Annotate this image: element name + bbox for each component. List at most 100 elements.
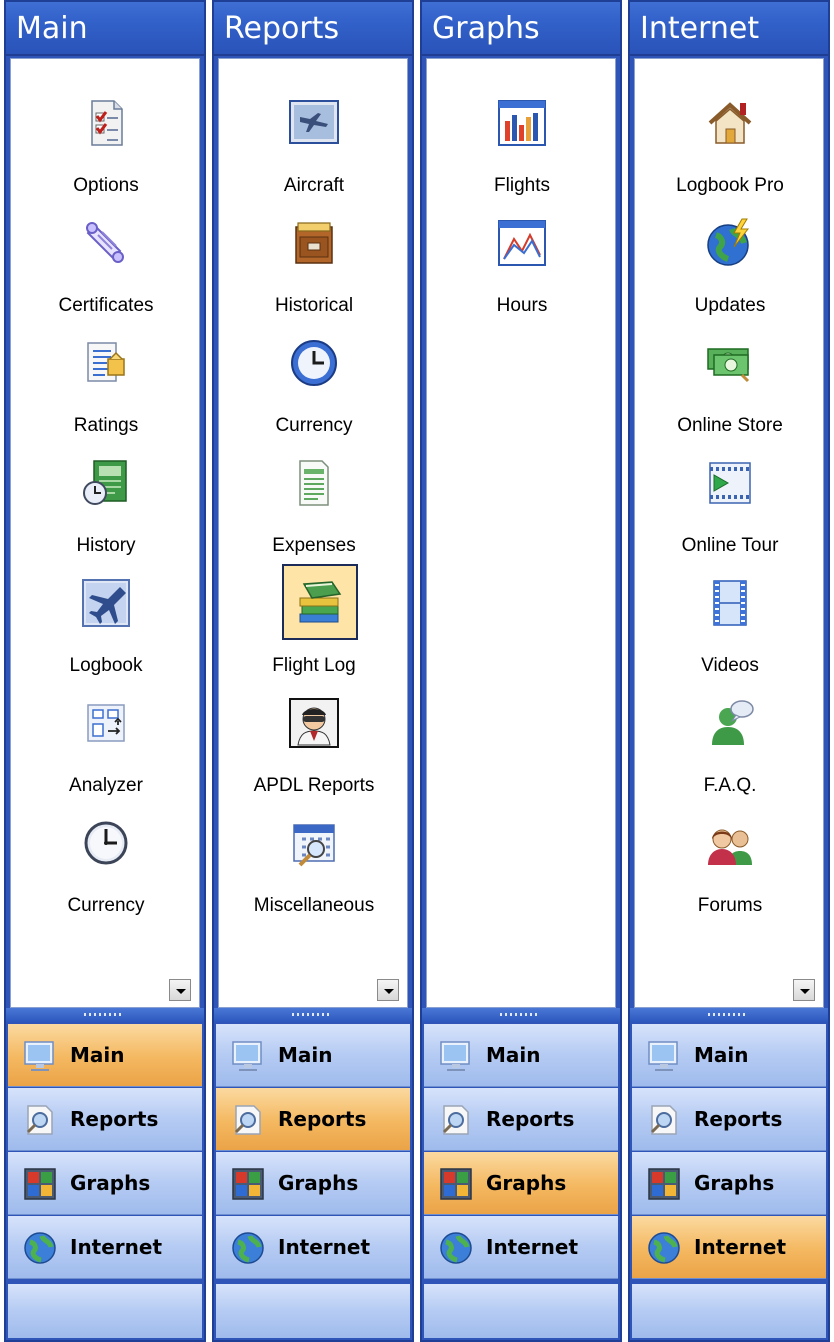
report-magnifier-icon (438, 1102, 474, 1138)
globe-icon (230, 1230, 266, 1266)
splitter-grip[interactable] (6, 1008, 204, 1022)
item-label: Online Store (677, 415, 783, 436)
nav-button-reports[interactable]: Reports (216, 1088, 410, 1151)
item-label: Forums (697, 895, 763, 916)
report-magnifier-icon (230, 1102, 266, 1138)
item-logbook-pro[interactable]: Logbook Pro (635, 79, 825, 196)
nav-button-reports[interactable]: Reports (424, 1088, 618, 1151)
nav-button-reports[interactable]: Reports (632, 1088, 826, 1151)
item-currency[interactable]: Currency (219, 319, 409, 436)
bar-chart-icon (496, 97, 548, 149)
books-icon (282, 564, 358, 640)
item-label: Expenses (272, 535, 356, 556)
item-label: F.A.Q. (703, 775, 757, 796)
item-label: Flight Log (272, 655, 356, 676)
item-updates[interactable]: Updates (635, 199, 825, 316)
nav-button-label: Reports (278, 1107, 367, 1131)
item-label: Historical (274, 295, 354, 316)
airplane-icon (80, 577, 132, 629)
splitter-grip[interactable] (630, 1008, 828, 1022)
nav-button-internet[interactable]: Internet (216, 1216, 410, 1279)
item-hours[interactable]: Hours (427, 199, 617, 316)
panel-graphs: Graphs Flights Hours Main Reports Graphs Inter… (420, 0, 622, 1342)
item-expenses[interactable]: Expenses (219, 439, 409, 556)
nav-button-internet[interactable]: Internet (632, 1216, 826, 1279)
nav-button-label: Internet (278, 1235, 371, 1259)
certificate-scroll-icon (80, 217, 132, 269)
item-label: Flights (494, 175, 550, 196)
nav-button-graphs[interactable]: Graphs (8, 1152, 202, 1215)
nav-button-label: Graphs (486, 1171, 567, 1195)
item-label: History (76, 535, 136, 556)
item-logbook[interactable]: Logbook (11, 559, 201, 676)
item-analyzer[interactable]: Analyzer (11, 679, 201, 796)
item-history[interactable]: History (11, 439, 201, 556)
item-flight-log[interactable]: Flight Log (219, 559, 409, 676)
nav-button-label: Graphs (278, 1171, 359, 1195)
analyzer-icon (80, 697, 132, 749)
line-chart-icon (496, 217, 548, 269)
film-strip-icon (704, 577, 756, 629)
item-label: Currency (67, 895, 145, 916)
item-online-store[interactable]: Online Store (635, 319, 825, 436)
nav-button-graphs[interactable]: Graphs (424, 1152, 618, 1215)
nav-button-main[interactable]: Main (8, 1024, 202, 1087)
nav-button-label: Reports (70, 1107, 159, 1131)
item-online-tour[interactable]: Online Tour (635, 439, 825, 556)
scroll-down-button[interactable] (793, 979, 815, 1001)
nav-button-graphs[interactable]: Graphs (216, 1152, 410, 1215)
panel-title: Reports (214, 2, 412, 56)
nav-button-main[interactable]: Main (216, 1024, 410, 1087)
nav-button-label: Main (694, 1043, 749, 1067)
item-label: Aircraft (283, 175, 345, 196)
checklist-icon (80, 97, 132, 149)
item-label: Logbook (69, 655, 143, 676)
splitter-grip[interactable] (422, 1008, 620, 1022)
item-flights[interactable]: Flights (427, 79, 617, 196)
nav-button-label: Internet (694, 1235, 787, 1259)
nav-button-reports[interactable]: Reports (8, 1088, 202, 1151)
item-miscellaneous[interactable]: Miscellaneous (219, 799, 409, 916)
nav-empty-area (632, 1284, 826, 1338)
nav-button-main[interactable]: Main (632, 1024, 826, 1087)
nav-button-label: Main (278, 1043, 333, 1067)
item-certificates[interactable]: Certificates (11, 199, 201, 316)
scroll-down-button[interactable] (377, 979, 399, 1001)
scroll-down-button[interactable] (169, 979, 191, 1001)
history-icon (80, 457, 132, 509)
monitor-icon (646, 1038, 682, 1074)
panel-items-area: Logbook Pro Updates Online Store Online Tou… (634, 58, 824, 1008)
item-apdl-reports[interactable]: APDL Reports (219, 679, 409, 796)
splitter-grip[interactable] (214, 1008, 412, 1022)
item-videos[interactable]: Videos (635, 559, 825, 676)
spreadsheet-icon (288, 457, 340, 509)
item-aircraft[interactable]: Aircraft (219, 79, 409, 196)
nav-button-graphs[interactable]: Graphs (632, 1152, 826, 1215)
monitor-icon (438, 1038, 474, 1074)
item-ratings[interactable]: Ratings (11, 319, 201, 436)
item-label: Options (73, 175, 139, 196)
item-label: Updates (694, 295, 766, 316)
nav-button-main[interactable]: Main (424, 1024, 618, 1087)
item-options[interactable]: Options (11, 79, 201, 196)
nav-empty-area (216, 1284, 410, 1338)
film-play-icon (704, 457, 756, 509)
item-label: Logbook Pro (676, 175, 784, 196)
clock-icon (80, 817, 132, 869)
item-label: Analyzer (69, 775, 143, 796)
money-icon (704, 337, 756, 389)
item-label: Videos (701, 655, 759, 676)
nav-button-internet[interactable]: Internet (424, 1216, 618, 1279)
item-currency[interactable]: Currency (11, 799, 201, 916)
monitor-icon (230, 1038, 266, 1074)
item-forums[interactable]: Forums (635, 799, 825, 916)
item-f-a-q[interactable]: F.A.Q. (635, 679, 825, 796)
nav-button-internet[interactable]: Internet (8, 1216, 202, 1279)
panel-main: Main Options Certificates Ratings History Log… (4, 0, 206, 1342)
item-label: Miscellaneous (253, 895, 375, 916)
item-historical[interactable]: Historical (219, 199, 409, 316)
pilot-icon (288, 697, 340, 749)
nav-button-label: Internet (486, 1235, 579, 1259)
monitor-icon (22, 1038, 58, 1074)
graphs-window-icon (438, 1166, 474, 1202)
